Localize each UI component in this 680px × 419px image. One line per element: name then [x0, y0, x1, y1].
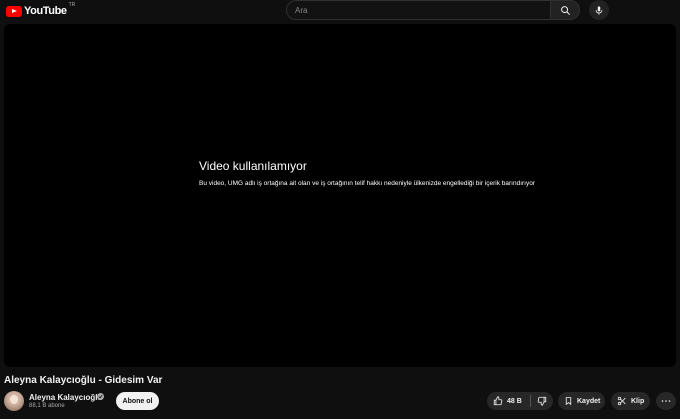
search-button[interactable]	[550, 0, 580, 20]
subscribe-button[interactable]: Abone ol	[116, 392, 159, 410]
like-count: 48 B	[507, 397, 522, 405]
save-label: Kaydet	[577, 397, 601, 405]
channel-name[interactable]: Aleyna Kalaycıoğlu	[29, 393, 102, 402]
search-box	[286, 0, 580, 20]
thumbs-up-icon	[493, 396, 503, 406]
video-player[interactable]: Video kullanılamıyor Bu video, UMG adlı …	[4, 24, 676, 367]
search-icon	[560, 5, 570, 15]
subscriber-count: 88,1 B abone	[29, 403, 65, 409]
dislike-button[interactable]	[531, 392, 553, 410]
save-button[interactable]: Kaydet	[558, 392, 605, 410]
scissors-icon	[617, 396, 626, 406]
logo-text: YouTube	[24, 5, 67, 17]
top-bar: YouTube TR	[0, 0, 680, 22]
more-horizontal-icon	[661, 400, 671, 402]
clip-label: Klip	[631, 397, 645, 405]
video-title: Aleyna Kalaycıoğlu - Gidesim Var	[4, 375, 163, 386]
microphone-icon	[595, 5, 603, 15]
like-button[interactable]: 48 B	[487, 392, 530, 410]
more-actions-button[interactable]	[656, 392, 676, 410]
thumbs-down-icon	[537, 396, 547, 406]
error-title: Video kullanılamıyor	[199, 159, 307, 173]
youtube-logo[interactable]: YouTube TR	[6, 2, 76, 19]
verified-icon	[97, 393, 104, 400]
channel-avatar[interactable]	[4, 391, 24, 411]
bookmark-icon	[565, 397, 572, 406]
clip-button[interactable]: Klip	[611, 392, 650, 410]
like-dislike-group: 48 B	[487, 392, 553, 410]
search-input[interactable]	[286, 0, 550, 20]
error-message: Bu video, UMG adlı iş ortağına ait olan …	[199, 180, 536, 187]
youtube-play-icon	[6, 5, 22, 17]
voice-search-button[interactable]	[589, 0, 609, 20]
region-code: TR	[68, 2, 76, 8]
